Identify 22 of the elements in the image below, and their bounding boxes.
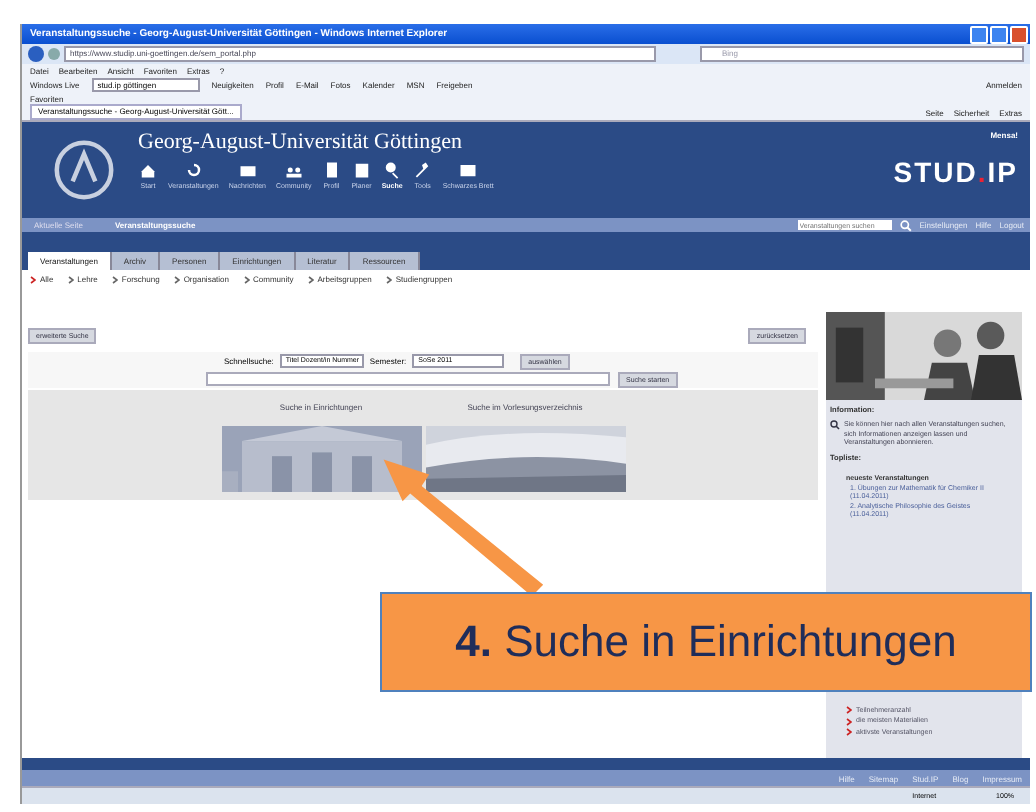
home-icon xyxy=(138,160,158,180)
chevron-icon xyxy=(307,275,314,283)
chevron-icon xyxy=(30,275,36,283)
callout-box: 4. Suche in Einrichtungen xyxy=(380,592,1032,692)
search-icon xyxy=(830,420,840,430)
search-input[interactable] xyxy=(206,372,610,386)
search-icon[interactable] xyxy=(899,219,912,231)
logo: STUD.IP xyxy=(893,156,1018,188)
close-button[interactable] xyxy=(1010,25,1028,43)
university-seal-icon xyxy=(50,136,118,204)
refresh-icon xyxy=(183,160,204,180)
chevron-icon xyxy=(385,275,392,283)
chevron-icon xyxy=(173,275,180,283)
minimize-button[interactable] xyxy=(970,25,988,43)
chevron-icon xyxy=(243,275,249,283)
university-name: Georg-August-Universität Göttingen xyxy=(138,130,465,154)
chevron-icon xyxy=(67,275,74,283)
search-icon xyxy=(382,160,403,180)
back-button[interactable] xyxy=(28,46,44,62)
chevron-icon xyxy=(111,275,118,283)
wrench-icon xyxy=(412,160,433,180)
maximize-button[interactable] xyxy=(990,25,1008,43)
